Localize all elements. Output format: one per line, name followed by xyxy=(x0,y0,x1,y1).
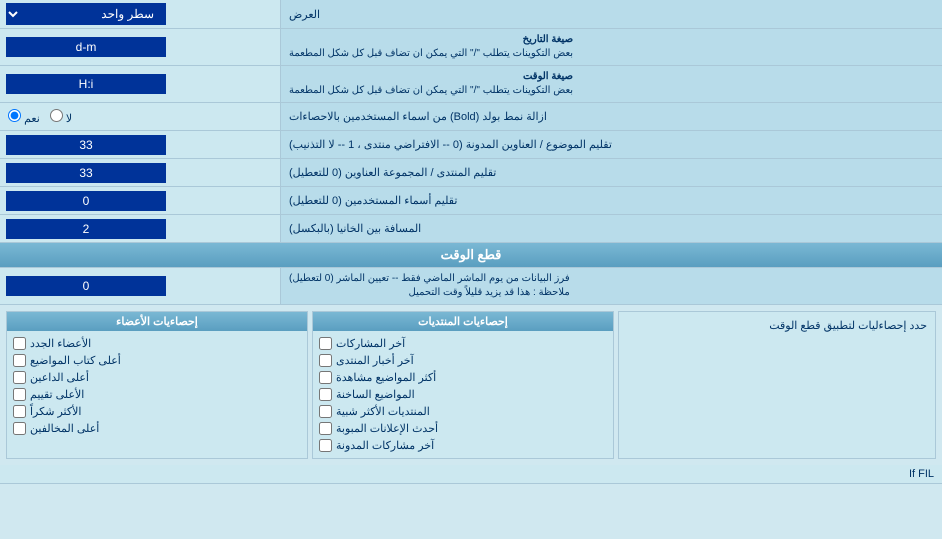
time-cut-section-header: قطع الوقت xyxy=(0,243,942,268)
forum-stat-5-checkbox[interactable] xyxy=(319,405,332,418)
time-format-input-cell xyxy=(0,66,280,102)
sort-topics-input-cell xyxy=(0,131,280,158)
list-item: الأعضاء الجدد xyxy=(13,335,301,352)
member-stats-header: إحصاءيات الأعضاء xyxy=(7,312,307,331)
bold-remove-label: ازالة نمط بولد (Bold) من اسماء المستخدمي… xyxy=(280,103,942,130)
list-item: أعلى المخالفين xyxy=(13,420,301,437)
forum-stat-5-label: المنتديات الأكثر شبية xyxy=(336,405,430,418)
date-format-row: صيغة التاريخ بعض التكوينات يتطلب "/" الت… xyxy=(0,29,942,66)
list-item: أحدث الإعلانات المبوبة xyxy=(319,420,607,437)
bold-radio-yes[interactable] xyxy=(8,109,21,122)
list-item: أكثر المواضيع مشاهدة xyxy=(319,369,607,386)
member-stat-4-checkbox[interactable] xyxy=(13,388,26,401)
forum-stat-7-checkbox[interactable] xyxy=(319,439,332,452)
sort-forum-input[interactable] xyxy=(6,163,166,183)
forum-stats-items: آخر المشاركات آخر أخبار المنتدى أكثر الم… xyxy=(313,331,613,458)
sort-topics-label: تقليم الموضوع / العناوين المدونة (0 -- ا… xyxy=(280,131,942,158)
forum-stat-1-label: آخر المشاركات xyxy=(336,337,405,350)
member-stat-2-label: أعلى كتاب المواضيع xyxy=(30,354,121,367)
time-format-row: صيغة الوقت بعض التكوينات يتطلب "/" التي … xyxy=(0,66,942,103)
forum-stat-4-checkbox[interactable] xyxy=(319,388,332,401)
display-dropdown-cell: سطر واحد سطرين ثلاثة أسطر xyxy=(0,0,280,28)
display-select[interactable]: سطر واحد سطرين ثلاثة أسطر xyxy=(6,3,166,25)
stats-limit-col: حدد إحصاءليات لتطبيق قطع الوقت xyxy=(618,311,936,459)
member-stat-6-label: أعلى المخالفين xyxy=(30,422,99,435)
list-item: آخر أخبار المنتدى xyxy=(319,352,607,369)
bottom-row: حدد إحصاءليات لتطبيق قطع الوقت إحصاءيات … xyxy=(6,311,936,459)
space-between-input-cell xyxy=(0,215,280,242)
list-item: آخر المشاركات xyxy=(319,335,607,352)
main-container: العرض سطر واحد سطرين ثلاثة أسطر صيغة الت… xyxy=(0,0,942,484)
sort-topics-input[interactable] xyxy=(6,135,166,155)
forum-stat-3-label: أكثر المواضيع مشاهدة xyxy=(336,371,436,384)
time-cut-row: فرز البيانات من يوم الماشر الماضي فقط --… xyxy=(0,268,942,305)
member-stat-3-checkbox[interactable] xyxy=(13,371,26,384)
forum-stats-col: إحصاءيات المنتديات آخر المشاركات آخر أخب… xyxy=(312,311,614,459)
sort-users-input[interactable] xyxy=(6,191,166,211)
sort-users-row: تقليم أسماء المستخدمين (0 للتعطيل) xyxy=(0,187,942,215)
time-format-input[interactable] xyxy=(6,74,166,94)
sort-forum-input-cell xyxy=(0,159,280,186)
space-between-row: المسافة بين الخانيا (بالبكسل) xyxy=(0,215,942,243)
forum-stat-2-checkbox[interactable] xyxy=(319,354,332,367)
time-cut-section-label: قطع الوقت xyxy=(441,247,502,263)
time-cut-text: فرز البيانات من يوم الماشر الماضي فقط --… xyxy=(289,272,570,300)
list-item: أعلى الداعين xyxy=(13,369,301,386)
time-format-text: صيغة الوقت بعض التكوينات يتطلب "/" التي … xyxy=(289,70,573,98)
list-item: أعلى كتاب المواضيع xyxy=(13,352,301,369)
sort-users-input-cell xyxy=(0,187,280,214)
time-cut-input[interactable] xyxy=(6,276,166,296)
sort-forum-label: تقليم المنتدى / المجموعة العناوين (0 للت… xyxy=(280,159,942,186)
list-item: آخر مشاركات المدونة xyxy=(319,437,607,454)
member-stat-1-label: الأعضاء الجدد xyxy=(30,337,91,350)
member-stat-4-label: الأعلى تقييم xyxy=(30,388,84,401)
member-stat-6-checkbox[interactable] xyxy=(13,422,26,435)
forum-stat-1-checkbox[interactable] xyxy=(319,337,332,350)
member-stats-col: إحصاءيات الأعضاء الأعضاء الجدد أعلى كتاب… xyxy=(6,311,308,459)
bold-yes-label: نعم xyxy=(8,109,40,125)
display-row: العرض سطر واحد سطرين ثلاثة أسطر xyxy=(0,0,942,29)
member-stat-2-checkbox[interactable] xyxy=(13,354,26,367)
sort-topics-row: تقليم الموضوع / العناوين المدونة (0 -- ا… xyxy=(0,131,942,159)
member-stats-items: الأعضاء الجدد أعلى كتاب المواضيع أعلى ال… xyxy=(7,331,307,441)
sort-users-label: تقليم أسماء المستخدمين (0 للتعطيل) xyxy=(280,187,942,214)
filter-note-bar: If FIL xyxy=(0,465,942,484)
space-between-input[interactable] xyxy=(6,219,166,239)
stats-limit-label: حدد إحصاءليات لتطبيق قطع الوقت xyxy=(627,318,927,335)
filter-note-text: If FIL xyxy=(909,468,934,480)
forum-stat-4-label: المواضيع الساخنة xyxy=(336,388,415,401)
bold-remove-row: ازالة نمط بولد (Bold) من اسماء المستخدمي… xyxy=(0,103,942,131)
member-stat-5-checkbox[interactable] xyxy=(13,405,26,418)
list-item: المواضيع الساخنة xyxy=(319,386,607,403)
display-label: العرض xyxy=(280,0,942,28)
time-cut-label: فرز البيانات من يوم الماشر الماضي فقط --… xyxy=(280,268,942,304)
date-format-input-cell xyxy=(0,29,280,65)
space-between-label: المسافة بين الخانيا (بالبكسل) xyxy=(280,215,942,242)
date-format-text: صيغة التاريخ بعض التكوينات يتطلب "/" الت… xyxy=(289,33,573,61)
forum-stat-2-label: آخر أخبار المنتدى xyxy=(336,354,414,367)
member-stat-3-label: أعلى الداعين xyxy=(30,371,89,384)
bold-no-label: لا xyxy=(50,109,72,125)
member-stat-5-label: الأكثر شكراً xyxy=(30,405,81,418)
bold-remove-radio-cell: لا نعم xyxy=(0,103,280,130)
forum-stat-7-label: آخر مشاركات المدونة xyxy=(336,439,434,452)
member-stat-1-checkbox[interactable] xyxy=(13,337,26,350)
time-cut-input-cell xyxy=(0,268,280,304)
date-format-label: صيغة التاريخ بعض التكوينات يتطلب "/" الت… xyxy=(280,29,942,65)
bottom-section: حدد إحصاءليات لتطبيق قطع الوقت إحصاءيات … xyxy=(0,305,942,465)
forum-stat-3-checkbox[interactable] xyxy=(319,371,332,384)
date-format-input[interactable] xyxy=(6,37,166,57)
sort-forum-row: تقليم المنتدى / المجموعة العناوين (0 للت… xyxy=(0,159,942,187)
list-item: الأكثر شكراً xyxy=(13,403,301,420)
bold-radio-no[interactable] xyxy=(50,109,63,122)
time-format-label: صيغة الوقت بعض التكوينات يتطلب "/" التي … xyxy=(280,66,942,102)
list-item: المنتديات الأكثر شبية xyxy=(319,403,607,420)
forum-stats-header: إحصاءيات المنتديات xyxy=(313,312,613,331)
forum-stat-6-checkbox[interactable] xyxy=(319,422,332,435)
forum-stat-6-label: أحدث الإعلانات المبوبة xyxy=(336,422,438,435)
list-item: الأعلى تقييم xyxy=(13,386,301,403)
